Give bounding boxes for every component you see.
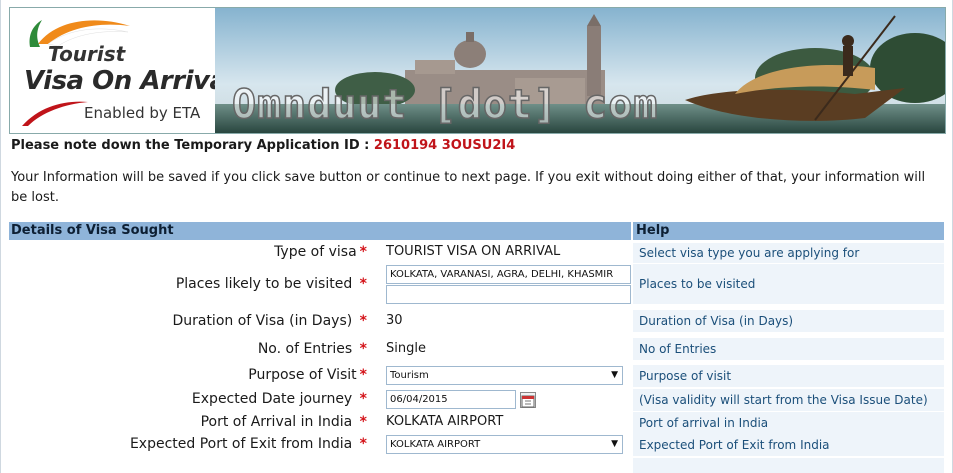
required-mark: * <box>359 276 367 292</box>
logo-text-voa: Visa On Arrival <box>24 66 235 96</box>
help-purpose: Purpose of visit <box>633 365 944 387</box>
help-filler <box>633 458 944 473</box>
places-input-2[interactable] <box>386 285 631 304</box>
dropdown-arrow-icon: ▼ <box>611 439 618 449</box>
row-date: Expected Date journey * 06/04/2015 (Visa… <box>9 389 944 411</box>
places-label: Places likely to be visited * <box>175 276 367 292</box>
port-arrival-label: Port of Arrival in India * <box>200 414 367 430</box>
section-header-help: Help <box>633 222 944 240</box>
purpose-selected-value: Tourism <box>390 370 429 381</box>
logo-text-eta: Enabled by ETA <box>84 104 201 122</box>
dropdown-arrow-icon: ▼ <box>611 370 618 380</box>
row-entries: No. of Entries * Single No of Entries <box>9 338 944 360</box>
visa-type-label: Type of visa * <box>274 244 367 260</box>
required-mark: * <box>359 367 367 383</box>
calendar-icon[interactable] <box>520 392 536 408</box>
help-places: Places to be visited <box>633 264 944 304</box>
help-entries: No of Entries <box>633 338 944 360</box>
application-id-notice: Please note down the Temporary Applicati… <box>11 138 515 153</box>
entries-value: Single <box>386 341 426 356</box>
logo-red-swoosh-icon <box>22 101 88 126</box>
port-arrival-value: KOLKATA AIRPORT <box>386 414 504 429</box>
header-banner: Tourist Visa On Arrival Enabled by ETA O… <box>9 7 946 134</box>
row-duration: Duration of Visa (in Days) * 30 Duration… <box>9 310 944 332</box>
required-mark: * <box>359 391 367 407</box>
watermark-text: Omnduut [dot] com <box>231 81 659 129</box>
row-places: Places likely to be visited * KOLKATA, V… <box>9 264 944 306</box>
required-mark: * <box>359 341 367 357</box>
save-info-text: Your Information will be saved if you cl… <box>11 170 926 205</box>
purpose-select[interactable]: Tourism ▼ <box>386 366 623 385</box>
required-mark: * <box>359 414 367 430</box>
port-exit-selected-value: KOLKATA AIRPORT <box>390 439 481 450</box>
logo: Tourist Visa On Arrival Enabled by ETA <box>10 8 235 133</box>
journey-date-input[interactable]: 06/04/2015 <box>386 390 516 409</box>
help-port-exit: Expected Port of Exit from India <box>633 434 944 456</box>
purpose-label: Purpose of Visit * <box>248 367 367 383</box>
logo-text-tourist: Tourist <box>48 42 126 66</box>
date-label: Expected Date journey * <box>191 391 367 407</box>
row-purpose: Purpose of Visit * Tourism ▼ Purpose of v… <box>9 365 944 387</box>
required-mark: * <box>359 436 367 452</box>
port-exit-select[interactable]: KOLKATA AIRPORT ▼ <box>386 435 623 454</box>
duration-value: 30 <box>386 313 403 328</box>
application-id-label: Please note down the Temporary Applicati… <box>11 138 374 153</box>
row-port-exit: Expected Port of Exit from India * KOLKA… <box>9 434 944 456</box>
help-date: (Visa validity will start from the Visa … <box>633 389 944 411</box>
places-input-1[interactable]: KOLKATA, VARANASI, AGRA, DELHI, KHASMIR <box>386 265 631 284</box>
row-visa-type: Type of visa * TOURIST VISA ON ARRIVAL Se… <box>9 243 944 263</box>
help-duration: Duration of Visa (in Days) <box>633 310 944 332</box>
duration-label: Duration of Visa (in Days) * <box>172 313 367 329</box>
row-port-arrival: Port of Arrival in India * KOLKATA AIRPO… <box>9 412 944 434</box>
entries-label: No. of Entries * <box>257 341 367 357</box>
required-mark: * <box>359 313 367 329</box>
visa-type-value: TOURIST VISA ON ARRIVAL <box>386 244 561 259</box>
port-exit-label: Expected Port of Exit from India * <box>129 436 367 452</box>
required-mark: * <box>359 244 367 260</box>
section-header-visa-details: Details of Visa Sought <box>9 222 631 240</box>
page: Tourist Visa On Arrival Enabled by ETA O… <box>0 0 953 473</box>
application-id-value: 2610194 3OUSU2I4 <box>373 138 516 153</box>
help-port-arrival: Port of arrival in India <box>633 412 944 434</box>
help-visa-type: Select visa type you are applying for <box>633 243 944 263</box>
